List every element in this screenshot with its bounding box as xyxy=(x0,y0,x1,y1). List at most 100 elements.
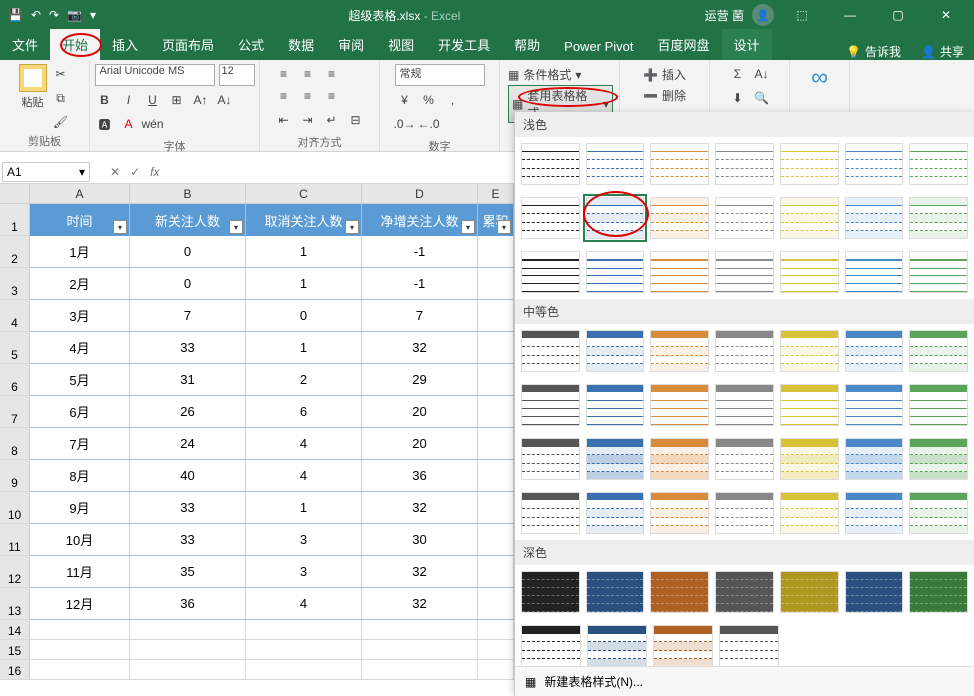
row-header[interactable]: 3 xyxy=(0,268,30,300)
number-format-select[interactable]: 常规 xyxy=(395,64,485,86)
cell[interactable] xyxy=(478,396,514,428)
cell[interactable] xyxy=(30,660,130,680)
fill-icon[interactable]: ⬇ xyxy=(728,88,748,108)
table-style-thumb[interactable] xyxy=(521,251,580,293)
row-header[interactable]: 6 xyxy=(0,364,30,396)
minimize-icon[interactable]: — xyxy=(830,8,870,22)
table-style-thumb[interactable] xyxy=(845,143,904,185)
cell[interactable]: 33 xyxy=(130,524,246,556)
save-qat-icon[interactable]: 💾 xyxy=(8,8,23,22)
paste-button[interactable]: 粘贴 xyxy=(19,64,47,132)
align-center-icon[interactable]: ≡ xyxy=(298,86,318,106)
align-middle-icon[interactable]: ≡ xyxy=(298,64,318,84)
tab-formulas[interactable]: 公式 xyxy=(226,29,276,60)
table-style-thumb[interactable] xyxy=(521,438,580,480)
table-style-thumb[interactable] xyxy=(909,143,968,185)
tab-layout[interactable]: 页面布局 xyxy=(150,29,226,60)
merge-button[interactable]: ⊟ xyxy=(346,110,366,130)
maximize-icon[interactable]: ▢ xyxy=(878,8,918,22)
tab-baidu[interactable]: 百度网盘 xyxy=(646,29,722,60)
cloud-icon[interactable]: ∞ xyxy=(811,64,828,92)
row-header[interactable]: 9 xyxy=(0,460,30,492)
table-style-thumb[interactable] xyxy=(650,438,709,480)
cell[interactable] xyxy=(478,268,514,300)
autosum-icon[interactable]: Σ xyxy=(728,64,748,84)
row-header[interactable]: 15 xyxy=(0,640,30,660)
cell[interactable]: 5月 xyxy=(30,364,130,396)
table-style-thumb[interactable] xyxy=(845,330,904,372)
cell[interactable] xyxy=(246,660,362,680)
table-style-thumb[interactable] xyxy=(845,492,904,534)
cell[interactable] xyxy=(246,620,362,640)
cell[interactable]: 36 xyxy=(362,460,478,492)
tab-powerpivot[interactable]: Power Pivot xyxy=(552,33,645,60)
cell[interactable]: 30 xyxy=(362,524,478,556)
table-style-thumb[interactable] xyxy=(586,571,645,613)
tab-home[interactable]: 开始 xyxy=(50,29,100,60)
cell[interactable]: 7 xyxy=(130,300,246,332)
table-style-thumb[interactable] xyxy=(586,330,645,372)
table-style-thumb[interactable] xyxy=(521,143,580,185)
cell[interactable]: 2月 xyxy=(30,268,130,300)
find-icon[interactable]: 🔍 xyxy=(752,88,772,108)
cell[interactable]: 32 xyxy=(362,332,478,364)
cell[interactable] xyxy=(478,588,514,620)
cell[interactable]: 24 xyxy=(130,428,246,460)
accept-formula-icon[interactable]: ✓ xyxy=(130,165,140,179)
table-header-cell[interactable]: 新关注人数▾ xyxy=(130,204,246,236)
table-style-thumb[interactable] xyxy=(909,251,968,293)
cell[interactable]: 31 xyxy=(130,364,246,396)
cell[interactable]: 9月 xyxy=(30,492,130,524)
table-style-thumb[interactable] xyxy=(845,384,904,426)
table-style-thumb[interactable] xyxy=(715,143,774,185)
increase-indent-icon[interactable]: ⇥ xyxy=(298,110,318,130)
table-style-thumb[interactable] xyxy=(715,438,774,480)
table-style-thumb[interactable] xyxy=(719,625,779,667)
col-header[interactable]: D xyxy=(362,184,478,203)
row-header[interactable]: 16 xyxy=(0,660,30,680)
table-style-thumb[interactable] xyxy=(586,143,645,185)
table-style-thumb[interactable] xyxy=(780,143,839,185)
table-style-thumb[interactable] xyxy=(586,384,645,426)
grow-font-icon[interactable]: A↑ xyxy=(191,90,211,110)
cell[interactable]: -1 xyxy=(362,236,478,268)
cell[interactable]: 4月 xyxy=(30,332,130,364)
table-style-thumb[interactable] xyxy=(909,492,968,534)
cell[interactable] xyxy=(478,332,514,364)
cut-icon[interactable]: ✂ xyxy=(51,64,71,84)
table-style-thumb[interactable] xyxy=(780,571,839,613)
cell[interactable] xyxy=(478,460,514,492)
align-top-icon[interactable]: ≡ xyxy=(274,64,294,84)
row-header[interactable]: 7 xyxy=(0,396,30,428)
undo-icon[interactable]: ↶ xyxy=(31,8,41,22)
tab-design[interactable]: 设计 xyxy=(722,29,772,60)
table-style-thumb[interactable] xyxy=(521,384,580,426)
cell[interactable]: 10月 xyxy=(30,524,130,556)
cell[interactable]: 20 xyxy=(362,428,478,460)
table-header-cell[interactable]: 累积▾ xyxy=(478,204,514,236)
cell[interactable] xyxy=(362,660,478,680)
cell[interactable]: -1 xyxy=(362,268,478,300)
table-style-thumb[interactable] xyxy=(780,251,839,293)
cell[interactable] xyxy=(478,660,514,680)
cell[interactable] xyxy=(30,640,130,660)
tab-help[interactable]: 帮助 xyxy=(502,29,552,60)
table-style-thumb[interactable] xyxy=(780,330,839,372)
table-style-thumb[interactable] xyxy=(586,492,645,534)
table-style-thumb[interactable] xyxy=(715,571,774,613)
cell[interactable] xyxy=(478,620,514,640)
tab-dev[interactable]: 开发工具 xyxy=(426,29,502,60)
table-style-thumb[interactable] xyxy=(909,384,968,426)
table-style-thumb[interactable] xyxy=(521,197,580,239)
cell[interactable] xyxy=(478,364,514,396)
cell[interactable]: 29 xyxy=(362,364,478,396)
table-style-thumb[interactable] xyxy=(715,330,774,372)
percent-icon[interactable]: % xyxy=(419,90,439,110)
cell[interactable]: 0 xyxy=(246,300,362,332)
select-all-corner[interactable] xyxy=(0,184,30,203)
fx-icon[interactable]: fx xyxy=(150,165,159,179)
cell[interactable] xyxy=(478,236,514,268)
cell[interactable]: 1 xyxy=(246,236,362,268)
table-header-cell[interactable]: 时间▾ xyxy=(30,204,130,236)
table-style-thumb[interactable] xyxy=(521,571,580,613)
